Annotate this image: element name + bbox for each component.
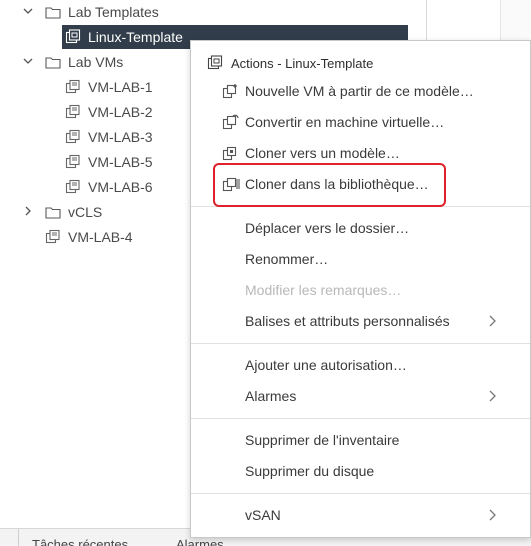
menu-item-label: Ajouter une autorisation… (245, 357, 407, 373)
context-menu: Actions - Linux-Template Nouvelle VM à p… (190, 40, 531, 538)
menu-item-label: Supprimer de l'inventaire (245, 432, 400, 448)
chevron-down-icon[interactable] (22, 6, 34, 19)
panel-divider (426, 0, 427, 40)
menu-item-rename[interactable]: Renommer… (191, 246, 530, 272)
vm-icon (64, 104, 82, 120)
folder-icon (44, 204, 62, 220)
menu-item-convert-to-vm[interactable]: Convertir en machine virtuelle… (191, 109, 530, 135)
vm-template-icon (64, 29, 82, 45)
tree-item-vm-lab-2[interactable]: VM-LAB-2 (64, 100, 153, 124)
menu-separator (191, 493, 530, 494)
menu-item-label: Supprimer du disque (245, 463, 375, 479)
chevron-right-icon (486, 314, 500, 328)
tree-item-label: VM-LAB-4 (68, 229, 133, 245)
bottom-bar-divider (18, 529, 19, 546)
tree-item-lab-vms[interactable]: Lab VMs (22, 50, 123, 74)
menu-item-new-vm-from-template[interactable]: Nouvelle VM à partir de ce modèle… (191, 78, 530, 104)
menu-item-edit-notes: Modifier les remarques… (191, 277, 530, 303)
convert-to-vm-icon (221, 114, 241, 130)
tree-item-vm-lab-1[interactable]: VM-LAB-1 (64, 75, 153, 99)
vm-icon (64, 129, 82, 145)
vm-icon (64, 179, 82, 195)
tree-item-label: VM-LAB-6 (88, 179, 153, 195)
chevron-right-icon (486, 389, 500, 403)
folder-icon (44, 54, 62, 70)
chevron-right-icon[interactable] (22, 206, 34, 219)
menu-item-label: Alarmes (245, 388, 297, 404)
menu-item-add-permission[interactable]: Ajouter une autorisation… (191, 352, 530, 378)
menu-item-label: Balises et attributs personnalisés (245, 313, 450, 329)
tree-item-lab-templates[interactable]: Lab Templates (22, 0, 159, 24)
tree-item-vm-lab-5[interactable]: VM-LAB-5 (64, 150, 153, 174)
menu-separator (191, 343, 530, 344)
menu-item-alarms[interactable]: Alarmes (191, 383, 530, 409)
tree-item-label: Lab Templates (68, 4, 159, 20)
tree-item-label: VM-LAB-1 (88, 79, 153, 95)
menu-item-vsan[interactable]: vSAN (191, 502, 530, 528)
tree-item-label: VM-LAB-2 (88, 104, 153, 120)
tree-item-vm-lab-6[interactable]: VM-LAB-6 (64, 175, 153, 199)
menu-item-delete-from-disk[interactable]: Supprimer du disque (191, 458, 530, 484)
menu-title: Actions - Linux-Template (231, 55, 374, 71)
tree-item-vm-lab-3[interactable]: VM-LAB-3 (64, 125, 153, 149)
tree-item-label: Lab VMs (68, 54, 124, 70)
tab-recent-tasks[interactable]: Tâches récentes (32, 537, 128, 546)
menu-item-label: Modifier les remarques… (245, 282, 402, 298)
highlight-annotation (213, 163, 446, 207)
menu-item-remove-from-inventory[interactable]: Supprimer de l'inventaire (191, 427, 530, 453)
menu-item-label: Déplacer vers le dossier… (245, 220, 410, 236)
vm-icon (44, 229, 62, 245)
vm-icon (64, 79, 82, 95)
menu-item-label: vSAN (245, 507, 281, 523)
menu-item-move-to-folder[interactable]: Déplacer vers le dossier… (191, 215, 530, 241)
menu-item-label: Convertir en machine virtuelle… (245, 114, 445, 130)
menu-item-label: Nouvelle VM à partir de ce modèle… (245, 83, 474, 99)
menu-item-label: Renommer… (245, 251, 329, 267)
folder-icon (44, 4, 62, 20)
menu-item-tags-attributes[interactable]: Balises et attributs personnalisés (191, 308, 530, 334)
new-vm-from-template-icon (221, 83, 241, 99)
tree-item-label: VM-LAB-5 (88, 154, 153, 170)
tree-item-label: vCLS (68, 204, 103, 220)
tree-item-label: VM-LAB-3 (88, 129, 153, 145)
tree-item-vm-lab-4[interactable]: VM-LAB-4 (44, 225, 133, 249)
menu-separator (191, 418, 530, 419)
menu-item-label: Cloner vers un modèle… (245, 145, 400, 161)
chevron-down-icon[interactable] (22, 56, 34, 69)
menu-header: Actions - Linux-Template (207, 53, 373, 73)
chevron-right-icon (486, 508, 500, 522)
vm-template-icon (207, 55, 225, 71)
vm-icon (64, 154, 82, 170)
tab-alarms[interactable]: Alarmes (176, 537, 224, 546)
tree-item-label: Linux-Template (88, 29, 183, 45)
clone-to-template-icon (221, 145, 241, 161)
tree-item-vcls[interactable]: vCLS (22, 200, 102, 224)
